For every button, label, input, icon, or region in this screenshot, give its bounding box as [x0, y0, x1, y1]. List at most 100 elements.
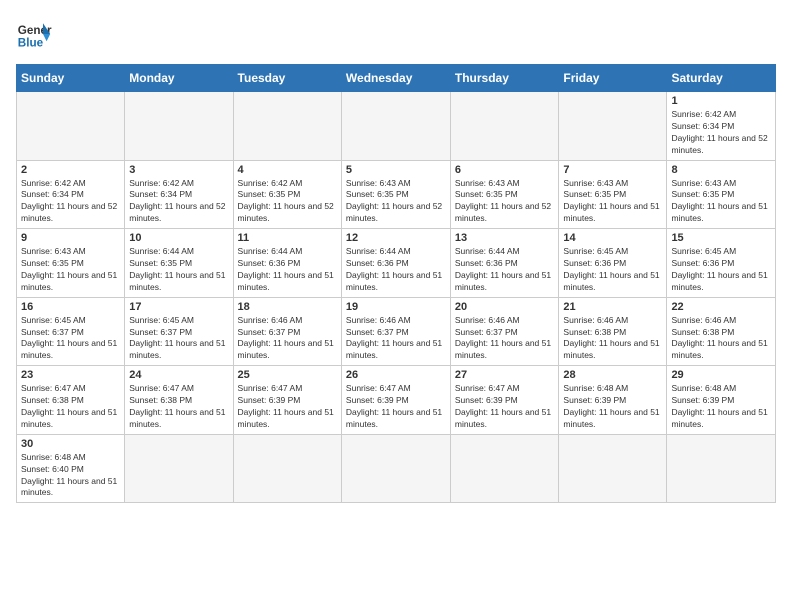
- day-number: 18: [238, 301, 337, 313]
- day-info: Sunrise: 6:47 AM Sunset: 6:38 PM Dayligh…: [21, 383, 120, 431]
- calendar-week-row: 30 Sunrise: 6:48 AM Sunset: 6:40 PM Dayli…: [17, 434, 776, 503]
- day-header-tuesday: Tuesday: [233, 65, 341, 92]
- calendar-week-row: 16 Sunrise: 6:45 AM Sunset: 6:37 PM Dayli…: [17, 297, 776, 366]
- day-number: 19: [346, 301, 446, 313]
- day-number: 20: [455, 301, 555, 313]
- calendar-day-cell: 22 Sunrise: 6:46 AM Sunset: 6:38 PM Dayli…: [667, 297, 776, 366]
- calendar-day-cell: 17 Sunrise: 6:45 AM Sunset: 6:37 PM Dayli…: [125, 297, 233, 366]
- day-number: 9: [21, 232, 120, 244]
- day-info: Sunrise: 6:47 AM Sunset: 6:38 PM Dayligh…: [129, 383, 228, 431]
- day-info: Sunrise: 6:43 AM Sunset: 6:35 PM Dayligh…: [671, 178, 771, 226]
- calendar-day-cell: [341, 434, 450, 503]
- calendar-table: SundayMondayTuesdayWednesdayThursdayFrid…: [16, 64, 776, 503]
- calendar-day-cell: [559, 434, 667, 503]
- day-info: Sunrise: 6:46 AM Sunset: 6:38 PM Dayligh…: [671, 315, 771, 363]
- calendar-day-cell: 12 Sunrise: 6:44 AM Sunset: 6:36 PM Dayli…: [341, 229, 450, 298]
- calendar-day-cell: 3Sunrise: 6:42 AM Sunset: 6:34 PM Daylig…: [125, 160, 233, 229]
- day-number: 23: [21, 369, 120, 381]
- day-info: Sunrise: 6:44 AM Sunset: 6:36 PM Dayligh…: [455, 246, 555, 294]
- day-number: 29: [671, 369, 771, 381]
- calendar-day-cell: 7Sunrise: 6:43 AM Sunset: 6:35 PM Daylig…: [559, 160, 667, 229]
- day-info: Sunrise: 6:46 AM Sunset: 6:37 PM Dayligh…: [238, 315, 337, 363]
- day-number: 1: [671, 95, 771, 107]
- calendar-week-row: 2 Sunrise: 6:42 AM Sunset: 6:34 PM Daylig…: [17, 160, 776, 229]
- calendar-day-cell: [125, 434, 233, 503]
- day-header-wednesday: Wednesday: [341, 65, 450, 92]
- svg-text:Blue: Blue: [18, 37, 44, 50]
- calendar-day-cell: 18 Sunrise: 6:46 AM Sunset: 6:37 PM Dayli…: [233, 297, 341, 366]
- day-number: 2: [21, 164, 120, 176]
- day-info: Sunrise: 6:46 AM Sunset: 6:38 PM Dayligh…: [563, 315, 662, 363]
- day-number: 6: [455, 164, 555, 176]
- calendar-day-cell: [125, 92, 233, 161]
- day-info: Sunrise: 6:43 AM Sunset: 6:35 PM Dayligh…: [346, 178, 446, 226]
- day-number: 17: [129, 301, 228, 313]
- calendar-week-row: 23 Sunrise: 6:47 AM Sunset: 6:38 PM Dayli…: [17, 366, 776, 435]
- day-info: Sunrise: 6:44 AM Sunset: 6:36 PM Dayligh…: [238, 246, 337, 294]
- day-info: Sunrise: 6:48 AM Sunset: 6:39 PM Dayligh…: [563, 383, 662, 431]
- calendar-day-cell: [233, 434, 341, 503]
- calendar-day-cell: 5 Sunrise: 6:43 AM Sunset: 6:35 PM Daylig…: [341, 160, 450, 229]
- day-number: 7: [563, 164, 662, 176]
- day-number: 5: [346, 164, 446, 176]
- calendar-day-cell: 1 Sunrise: 6:42 AM Sunset: 6:34 PM Daylig…: [667, 92, 776, 161]
- day-header-friday: Friday: [559, 65, 667, 92]
- calendar-day-cell: 30 Sunrise: 6:48 AM Sunset: 6:40 PM Dayli…: [17, 434, 125, 503]
- day-header-saturday: Saturday: [667, 65, 776, 92]
- day-number: 12: [346, 232, 446, 244]
- day-number: 11: [238, 232, 337, 244]
- day-header-sunday: Sunday: [17, 65, 125, 92]
- day-info: Sunrise: 6:42 AM Sunset: 6:34 PM Dayligh…: [671, 109, 771, 157]
- day-info: Sunrise: 6:47 AM Sunset: 6:39 PM Dayligh…: [346, 383, 446, 431]
- day-info: Sunrise: 6:43 AM Sunset: 6:35 PM Dayligh…: [455, 178, 555, 226]
- calendar-header-row: SundayMondayTuesdayWednesdayThursdayFrid…: [17, 65, 776, 92]
- calendar-day-cell: [450, 92, 559, 161]
- day-number: 27: [455, 369, 555, 381]
- day-number: 10: [129, 232, 228, 244]
- day-info: Sunrise: 6:45 AM Sunset: 6:36 PM Dayligh…: [563, 246, 662, 294]
- day-info: Sunrise: 6:46 AM Sunset: 6:37 PM Dayligh…: [346, 315, 446, 363]
- page-header: General Blue: [16, 16, 776, 52]
- day-number: 22: [671, 301, 771, 313]
- day-number: 30: [21, 438, 120, 450]
- day-number: 28: [563, 369, 662, 381]
- day-number: 16: [21, 301, 120, 313]
- calendar-day-cell: 10 Sunrise: 6:44 AM Sunset: 6:35 PM Dayli…: [125, 229, 233, 298]
- day-number: 21: [563, 301, 662, 313]
- day-number: 26: [346, 369, 446, 381]
- day-info: Sunrise: 6:48 AM Sunset: 6:39 PM Dayligh…: [671, 383, 771, 431]
- day-info: Sunrise: 6:42 AM Sunset: 6:34 PM Dayligh…: [129, 178, 228, 226]
- calendar-day-cell: [450, 434, 559, 503]
- day-info: Sunrise: 6:42 AM Sunset: 6:35 PM Dayligh…: [238, 178, 337, 226]
- calendar-day-cell: 25Sunrise: 6:47 AM Sunset: 6:39 PM Dayli…: [233, 366, 341, 435]
- calendar-day-cell: 4 Sunrise: 6:42 AM Sunset: 6:35 PM Daylig…: [233, 160, 341, 229]
- calendar-day-cell: [559, 92, 667, 161]
- day-info: Sunrise: 6:45 AM Sunset: 6:37 PM Dayligh…: [21, 315, 120, 363]
- logo-icon: General Blue: [16, 16, 52, 52]
- logo: General Blue: [16, 16, 52, 52]
- calendar-day-cell: 28 Sunrise: 6:48 AM Sunset: 6:39 PM Dayli…: [559, 366, 667, 435]
- calendar-day-cell: 16 Sunrise: 6:45 AM Sunset: 6:37 PM Dayli…: [17, 297, 125, 366]
- calendar-day-cell: 9Sunrise: 6:43 AM Sunset: 6:35 PM Daylig…: [17, 229, 125, 298]
- day-number: 24: [129, 369, 228, 381]
- day-info: Sunrise: 6:48 AM Sunset: 6:40 PM Dayligh…: [21, 452, 120, 500]
- calendar-day-cell: 23 Sunrise: 6:47 AM Sunset: 6:38 PM Dayli…: [17, 366, 125, 435]
- calendar-day-cell: [233, 92, 341, 161]
- day-info: Sunrise: 6:44 AM Sunset: 6:35 PM Dayligh…: [129, 246, 228, 294]
- calendar-week-row: 9Sunrise: 6:43 AM Sunset: 6:35 PM Daylig…: [17, 229, 776, 298]
- calendar-day-cell: 11 Sunrise: 6:44 AM Sunset: 6:36 PM Dayli…: [233, 229, 341, 298]
- calendar-day-cell: 27Sunrise: 6:47 AM Sunset: 6:39 PM Dayli…: [450, 366, 559, 435]
- day-info: Sunrise: 6:45 AM Sunset: 6:37 PM Dayligh…: [129, 315, 228, 363]
- calendar-day-cell: 8Sunrise: 6:43 AM Sunset: 6:35 PM Daylig…: [667, 160, 776, 229]
- calendar-day-cell: [667, 434, 776, 503]
- calendar-day-cell: 24 Sunrise: 6:47 AM Sunset: 6:38 PM Dayli…: [125, 366, 233, 435]
- calendar-day-cell: 13Sunrise: 6:44 AM Sunset: 6:36 PM Dayli…: [450, 229, 559, 298]
- day-info: Sunrise: 6:42 AM Sunset: 6:34 PM Dayligh…: [21, 178, 120, 226]
- calendar-day-cell: [341, 92, 450, 161]
- day-info: Sunrise: 6:47 AM Sunset: 6:39 PM Dayligh…: [238, 383, 337, 431]
- day-info: Sunrise: 6:44 AM Sunset: 6:36 PM Dayligh…: [346, 246, 446, 294]
- calendar-week-row: 1 Sunrise: 6:42 AM Sunset: 6:34 PM Daylig…: [17, 92, 776, 161]
- day-number: 4: [238, 164, 337, 176]
- calendar-day-cell: 19 Sunrise: 6:46 AM Sunset: 6:37 PM Dayli…: [341, 297, 450, 366]
- calendar-day-cell: 15Sunrise: 6:45 AM Sunset: 6:36 PM Dayli…: [667, 229, 776, 298]
